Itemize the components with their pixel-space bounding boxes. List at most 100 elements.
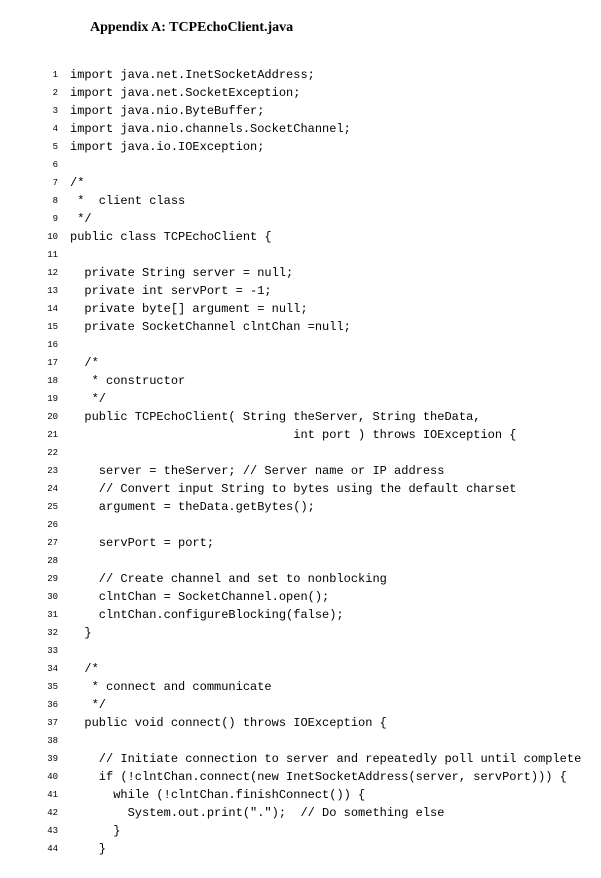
code-line: 27 servPort = port; — [30, 534, 571, 552]
line-number: 28 — [30, 552, 70, 570]
line-text: import java.nio.channels.SocketChannel; — [70, 120, 571, 138]
code-line: 28 — [30, 552, 571, 570]
line-number: 16 — [30, 336, 70, 354]
line-text: * client class — [70, 192, 571, 210]
line-number: 42 — [30, 804, 70, 822]
code-line: 38 — [30, 732, 571, 750]
line-text: public void connect() throws IOException… — [70, 714, 571, 732]
line-number: 19 — [30, 390, 70, 408]
line-text: System.out.print("."); // Do something e… — [70, 804, 571, 822]
line-number: 31 — [30, 606, 70, 624]
line-number: 12 — [30, 264, 70, 282]
line-text: // Initiate connection to server and rep… — [70, 750, 581, 768]
line-text — [70, 156, 571, 174]
line-text: /* — [70, 354, 571, 372]
line-number: 10 — [30, 228, 70, 246]
code-line: 42 System.out.print("."); // Do somethin… — [30, 804, 571, 822]
code-line: 23 server = theServer; // Server name or… — [30, 462, 571, 480]
line-text — [70, 516, 571, 534]
line-text: private int servPort = -1; — [70, 282, 571, 300]
code-line: 41 while (!clntChan.finishConnect()) { — [30, 786, 571, 804]
line-text: */ — [70, 696, 571, 714]
line-text: public class TCPEchoClient { — [70, 228, 571, 246]
line-text: import java.net.InetSocketAddress; — [70, 66, 571, 84]
line-text: * connect and communicate — [70, 678, 571, 696]
code-line: 2import java.net.SocketException; — [30, 84, 571, 102]
code-line: 12 private String server = null; — [30, 264, 571, 282]
line-text: clntChan = SocketChannel.open(); — [70, 588, 571, 606]
code-line: 10public class TCPEchoClient { — [30, 228, 571, 246]
line-number: 26 — [30, 516, 70, 534]
code-line: 35 * connect and communicate — [30, 678, 571, 696]
code-line: 22 — [30, 444, 571, 462]
line-text: /* — [70, 660, 571, 678]
code-line: 19 */ — [30, 390, 571, 408]
line-text: } — [70, 822, 571, 840]
line-number: 44 — [30, 840, 70, 858]
line-text — [70, 336, 571, 354]
code-line: 43 } — [30, 822, 571, 840]
code-line: 7/* — [30, 174, 571, 192]
line-text: if (!clntChan.connect(new InetSocketAddr… — [70, 768, 571, 786]
line-text — [70, 444, 571, 462]
code-line: 9 */ — [30, 210, 571, 228]
line-text: import java.nio.ByteBuffer; — [70, 102, 571, 120]
line-number: 30 — [30, 588, 70, 606]
line-number: 5 — [30, 138, 70, 156]
line-number: 21 — [30, 426, 70, 444]
line-number: 17 — [30, 354, 70, 372]
code-line: 13 private int servPort = -1; — [30, 282, 571, 300]
line-number: 29 — [30, 570, 70, 588]
line-number: 43 — [30, 822, 70, 840]
code-line: 24 // Convert input String to bytes usin… — [30, 480, 571, 498]
line-number: 32 — [30, 624, 70, 642]
code-line: 3import java.nio.ByteBuffer; — [30, 102, 571, 120]
code-line: 34 /* — [30, 660, 571, 678]
line-number: 18 — [30, 372, 70, 390]
code-line: 18 * constructor — [30, 372, 571, 390]
line-text: public TCPEchoClient( String theServer, … — [70, 408, 571, 426]
code-line: 37 public void connect() throws IOExcept… — [30, 714, 571, 732]
line-text: */ — [70, 210, 571, 228]
line-text: argument = theData.getBytes(); — [70, 498, 571, 516]
line-number: 8 — [30, 192, 70, 210]
line-text: // Create channel and set to nonblocking — [70, 570, 571, 588]
line-number: 6 — [30, 156, 70, 174]
line-text: } — [70, 624, 571, 642]
code-line: 32 } — [30, 624, 571, 642]
code-line: 15 private SocketChannel clntChan =null; — [30, 318, 571, 336]
line-text: } — [70, 840, 571, 858]
line-text: /* — [70, 174, 571, 192]
code-line: 31 clntChan.configureBlocking(false); — [30, 606, 571, 624]
code-line: 30 clntChan = SocketChannel.open(); — [30, 588, 571, 606]
line-number: 27 — [30, 534, 70, 552]
code-line: 44 } — [30, 840, 571, 858]
line-number: 41 — [30, 786, 70, 804]
line-text — [70, 552, 571, 570]
line-number: 25 — [30, 498, 70, 516]
code-block: 1import java.net.InetSocketAddress;2impo… — [30, 66, 571, 858]
line-number: 37 — [30, 714, 70, 732]
line-number: 9 — [30, 210, 70, 228]
line-number: 15 — [30, 318, 70, 336]
code-line: 36 */ — [30, 696, 571, 714]
line-number: 4 — [30, 120, 70, 138]
code-line: 40 if (!clntChan.connect(new InetSocketA… — [30, 768, 571, 786]
code-line: 21 int port ) throws IOException { — [30, 426, 571, 444]
line-text — [70, 732, 571, 750]
line-number: 3 — [30, 102, 70, 120]
line-number: 13 — [30, 282, 70, 300]
code-line: 39 // Initiate connection to server and … — [30, 750, 571, 768]
line-text: */ — [70, 390, 571, 408]
line-number: 1 — [30, 66, 70, 84]
line-text: private byte[] argument = null; — [70, 300, 571, 318]
line-number: 14 — [30, 300, 70, 318]
line-number: 22 — [30, 444, 70, 462]
line-text: import java.net.SocketException; — [70, 84, 571, 102]
appendix-title: Appendix A: TCPEchoClient.java — [90, 20, 571, 36]
code-line: 20 public TCPEchoClient( String theServe… — [30, 408, 571, 426]
line-text: int port ) throws IOException { — [70, 426, 571, 444]
code-line: 14 private byte[] argument = null; — [30, 300, 571, 318]
line-text — [70, 246, 571, 264]
line-text: clntChan.configureBlocking(false); — [70, 606, 571, 624]
